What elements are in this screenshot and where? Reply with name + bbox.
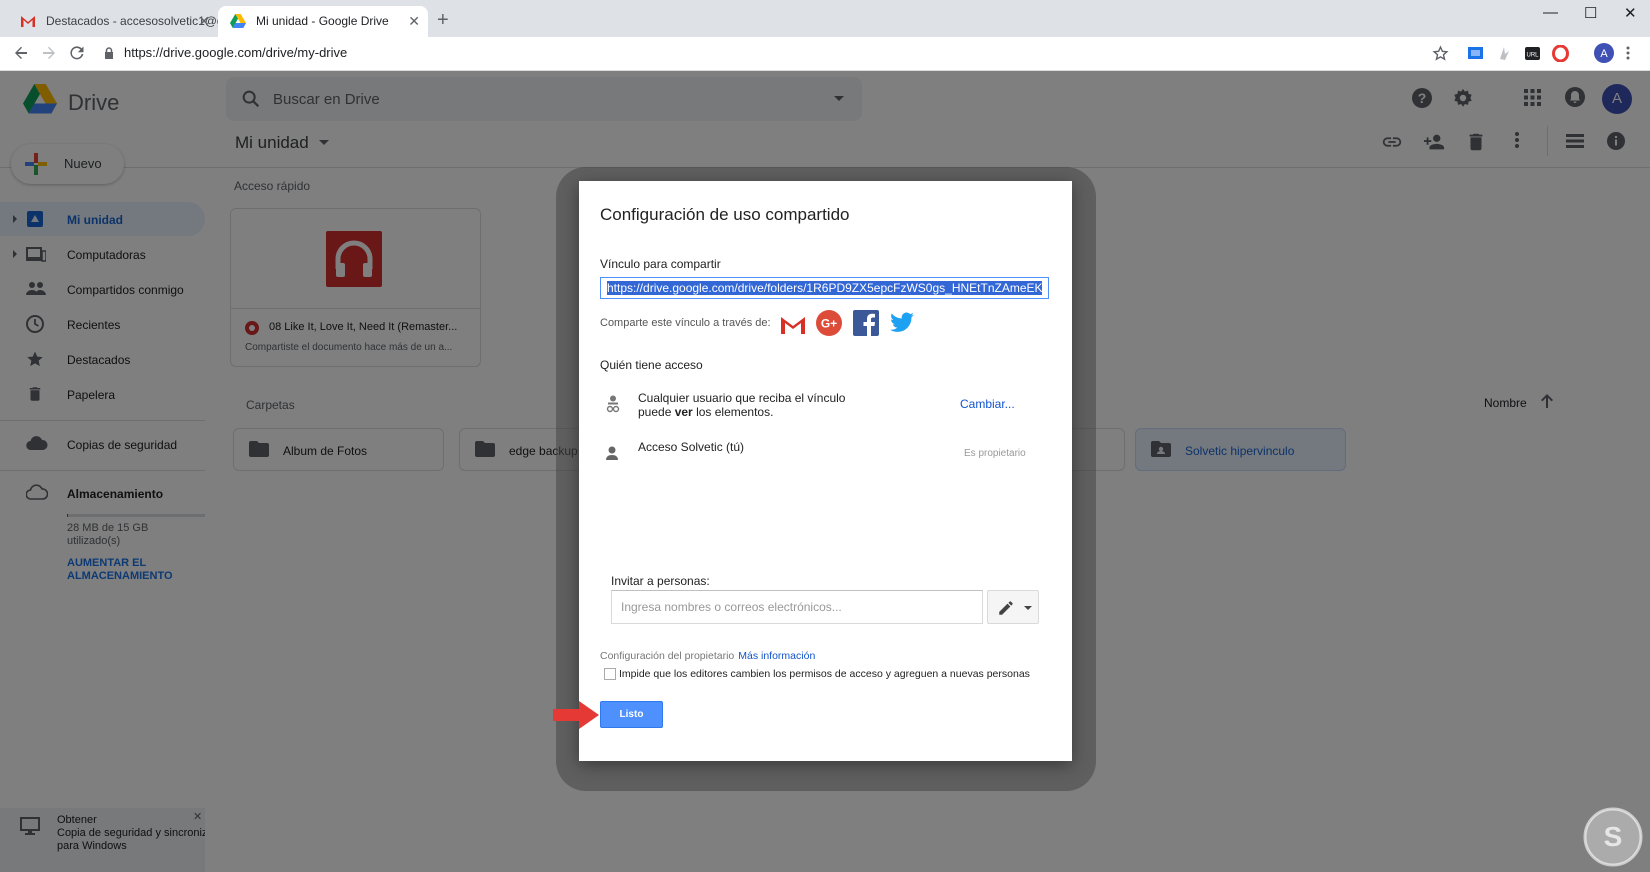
minimize-icon[interactable]: —	[1543, 4, 1558, 21]
done-button[interactable]: Listo	[600, 701, 663, 728]
prevent-editors-checkbox[interactable]	[604, 668, 616, 680]
person-icon	[606, 446, 618, 460]
access-line: Cualquier usuario que reciba el vínculo	[638, 391, 846, 405]
share-link-value: https://drive.google.com/drive/folders/1…	[607, 281, 1042, 295]
browser-tab-drive[interactable]: Mi unidad - Google Drive ✕	[218, 6, 428, 37]
owner-name: Acceso Solvetic (tú)	[638, 440, 745, 454]
google-plus-icon[interactable]: G+	[816, 310, 842, 336]
dialog-title: Configuración de uso compartido	[600, 205, 850, 224]
share-link-label: Vínculo para compartir	[600, 257, 721, 271]
owner-settings: Configuración del propietario Más informa…	[600, 650, 815, 662]
tab-title: Mi unidad - Google Drive	[256, 14, 389, 28]
sharing-settings-dialog: Configuración de uso compartido Vínculo …	[579, 181, 1072, 761]
red-arrow-annotation-icon	[553, 700, 601, 730]
browser-tab-bar: Destacados - accesosolvetic1@gr ✕ Mi uni…	[0, 0, 1650, 37]
watermark-logo-icon: S	[1583, 807, 1643, 867]
gmail-icon	[20, 14, 36, 28]
close-tab-icon[interactable]: ✕	[408, 6, 420, 37]
invite-label: Invitar a personas:	[611, 574, 710, 588]
url-text: https://drive.google.com/drive/my-drive	[124, 45, 348, 60]
address-bar[interactable]: https://drive.google.com/drive/my-drive	[104, 45, 347, 60]
svg-text:A: A	[1600, 48, 1608, 60]
close-tab-icon[interactable]: ✕	[198, 6, 210, 37]
drive-icon	[230, 14, 246, 28]
svg-text:S: S	[1604, 821, 1623, 852]
browser-tab-gmail[interactable]: Destacados - accesosolvetic1@gr ✕	[8, 6, 218, 37]
access-line: puede ver los elementos.	[638, 405, 774, 419]
svg-text:G+: G+	[821, 317, 837, 331]
change-access-link[interactable]: Cambiar...	[960, 397, 1015, 411]
share-via-label: Comparte este vínculo a través de:	[600, 317, 771, 329]
url-extension-icon[interactable]: URL	[1524, 45, 1541, 62]
invite-people-input[interactable]: Ingresa nombres o correos electrónicos..…	[611, 590, 983, 624]
more-info-link[interactable]: Más información	[738, 650, 815, 662]
profile-avatar[interactable]: A	[1594, 43, 1614, 63]
gmail-icon[interactable]	[780, 315, 806, 335]
link-access-description: Cualquier usuario que reciba el vínculo …	[638, 391, 845, 419]
twitter-icon[interactable]	[888, 310, 916, 336]
window-close-icon[interactable]: ✕	[1624, 4, 1637, 22]
new-tab-button[interactable]: +	[437, 10, 449, 30]
browser-toolbar: https://drive.google.com/drive/my-drive …	[0, 37, 1650, 71]
forward-icon[interactable]	[40, 44, 58, 62]
permission-dropdown[interactable]	[987, 590, 1039, 624]
extension-icon[interactable]	[1496, 45, 1513, 62]
owner-role: Es propietario	[964, 448, 1026, 459]
bookmark-star-icon[interactable]	[1432, 45, 1449, 62]
link-visibility-icon	[606, 395, 620, 413]
reload-icon[interactable]	[68, 44, 86, 62]
extension-icon[interactable]	[1467, 45, 1484, 62]
facebook-icon[interactable]	[853, 310, 879, 336]
maximize-icon[interactable]: ☐	[1584, 4, 1597, 22]
svg-text:URL: URL	[1526, 53, 1539, 59]
lock-icon	[104, 47, 114, 59]
who-has-access-title: Quién tiene acceso	[600, 358, 703, 372]
browser-menu-icon[interactable]	[1626, 46, 1630, 60]
share-link-input[interactable]: https://drive.google.com/drive/folders/1…	[600, 277, 1049, 299]
opera-icon[interactable]	[1552, 45, 1569, 62]
chevron-down-icon	[1024, 606, 1032, 610]
pencil-icon	[997, 599, 1015, 617]
back-icon[interactable]	[12, 44, 30, 62]
owner-settings-label: Configuración del propietario	[600, 650, 735, 662]
prevent-editors-label[interactable]: Impide que los editores cambien los perm…	[619, 668, 1030, 680]
tab-title: Destacados - accesosolvetic1@gr	[46, 14, 218, 28]
